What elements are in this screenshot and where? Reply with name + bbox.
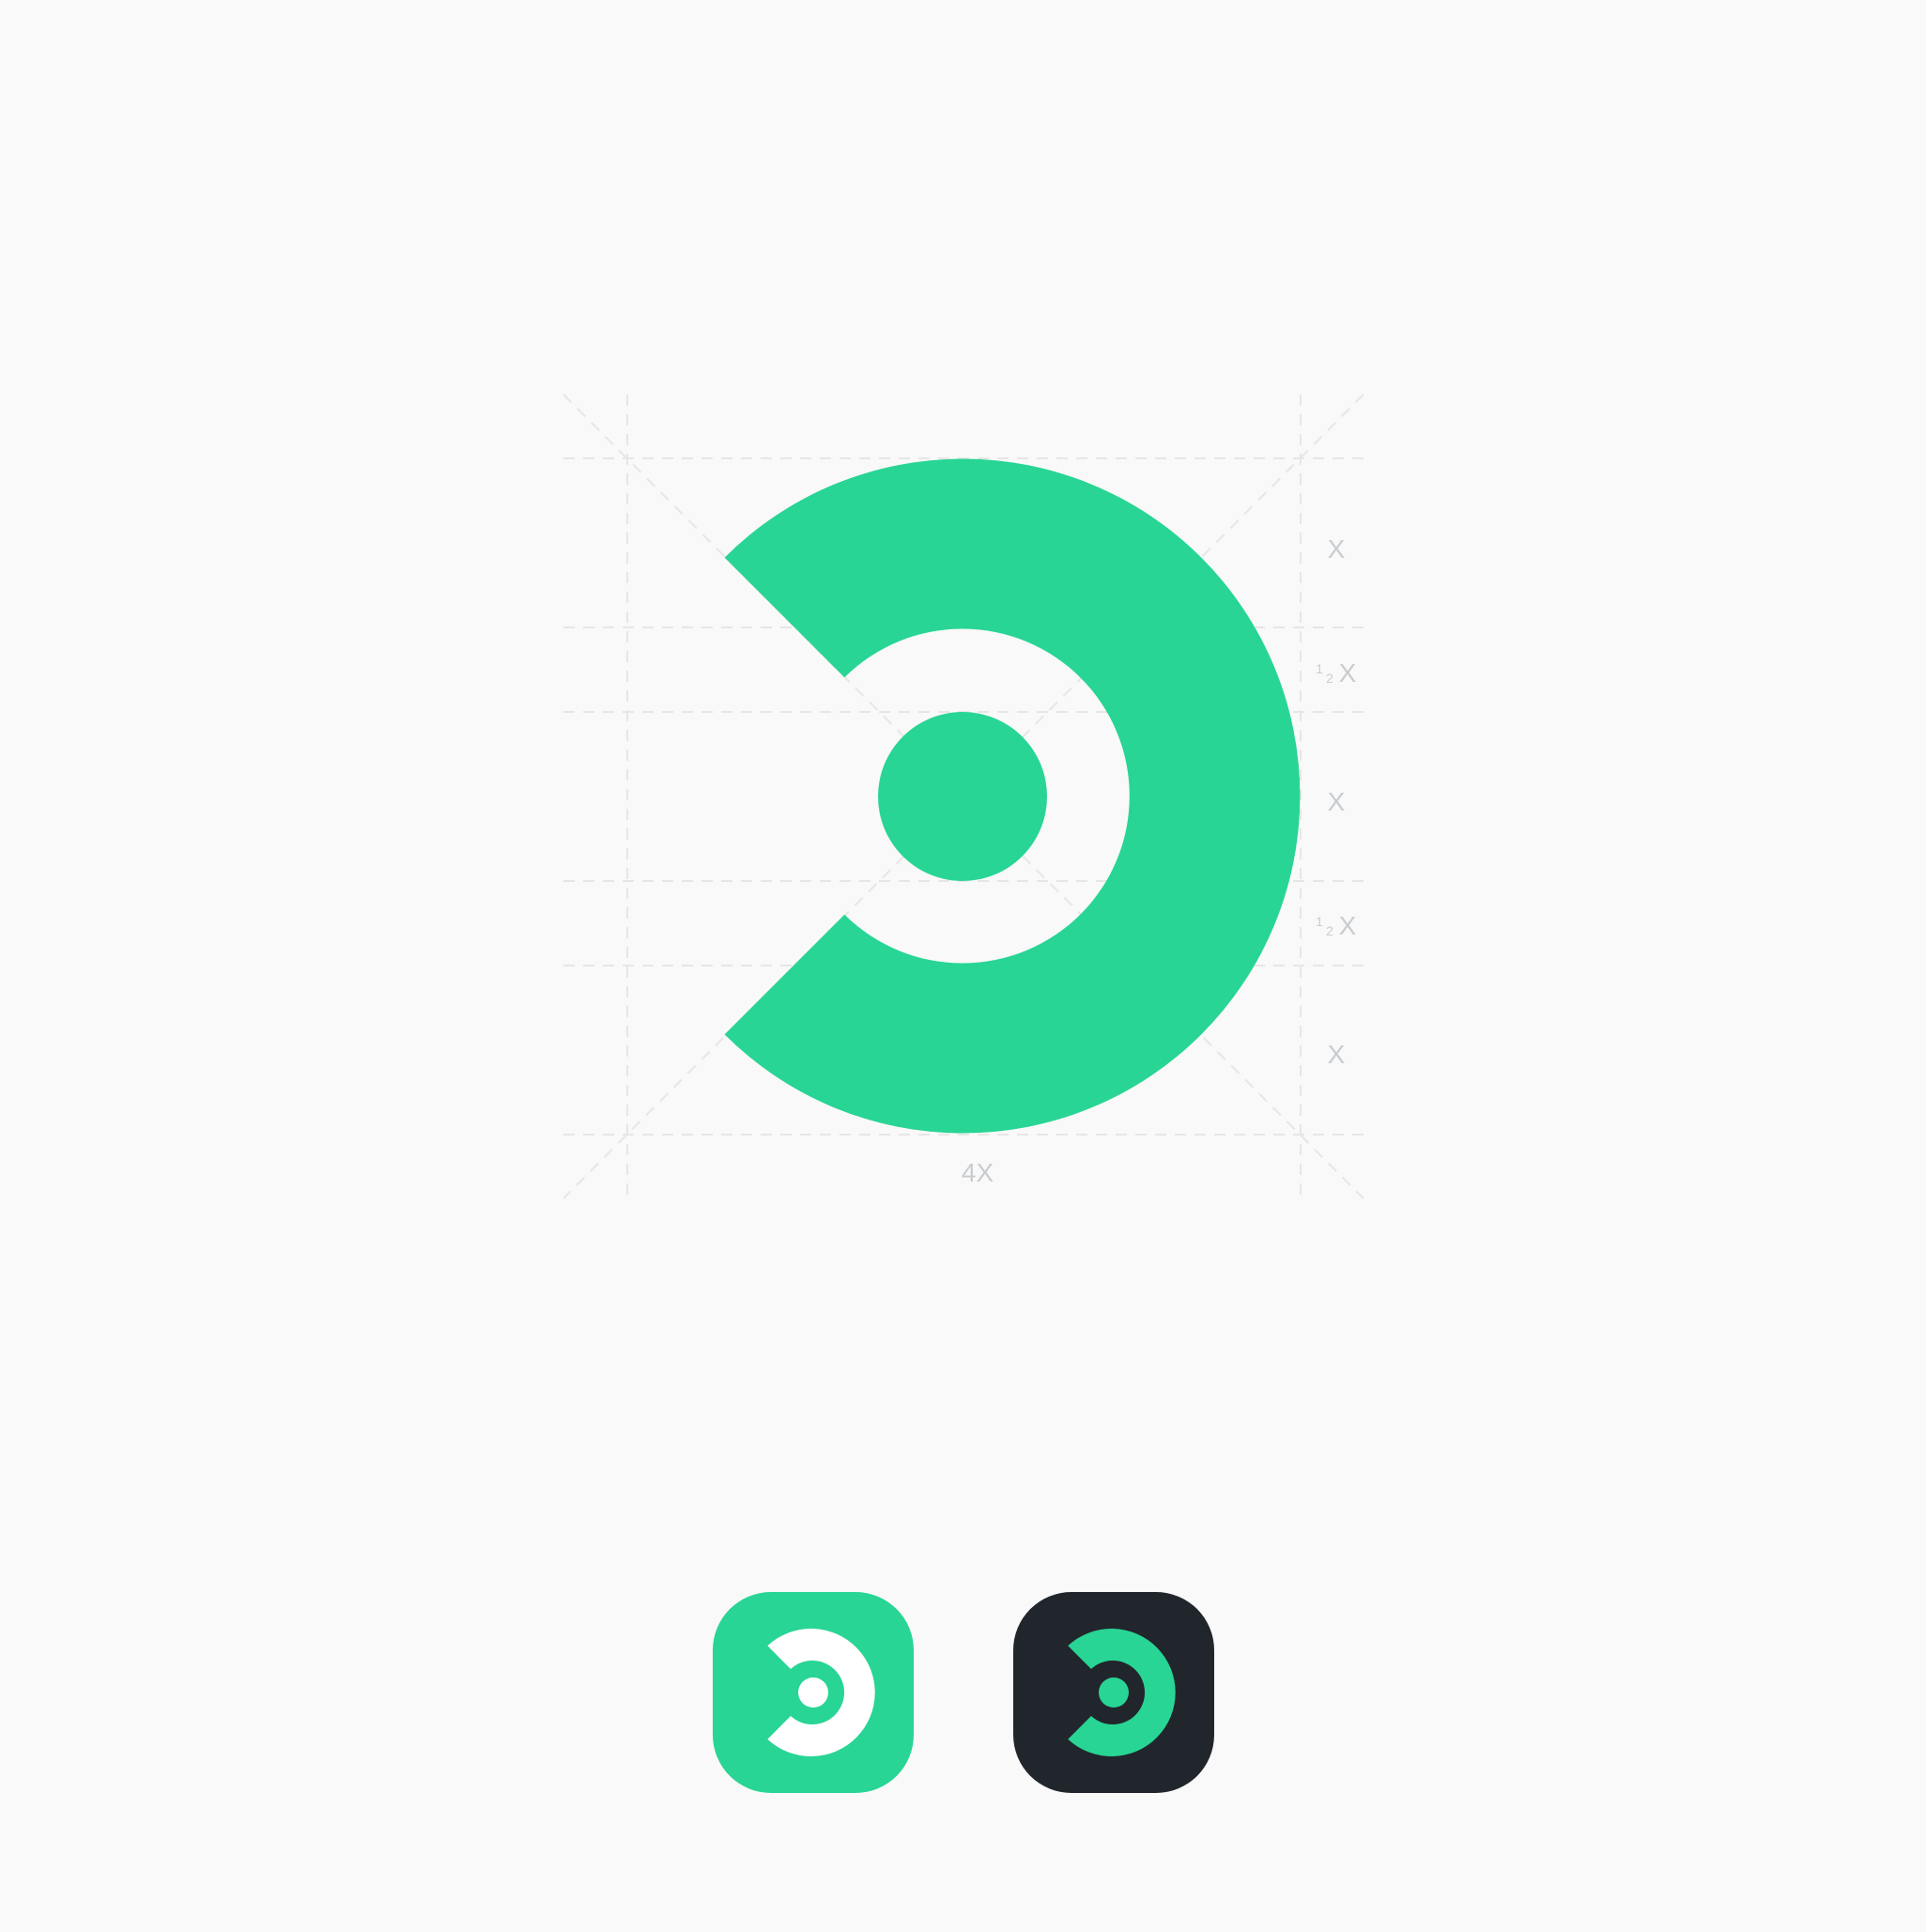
app-icon-center-dot	[1099, 1677, 1129, 1708]
measure-label-denominator: 2	[1326, 671, 1333, 686]
measure-label-x: X	[1339, 658, 1357, 688]
logo-mark	[724, 458, 1301, 1134]
measure-label-denominator: 2	[1326, 923, 1333, 938]
measure-label-x: X	[1328, 1040, 1346, 1069]
logo-center-dot	[878, 712, 1047, 881]
measure-label-half-x: 1 2 X	[1316, 658, 1357, 688]
measure-label-half-x: 1 2 X	[1316, 911, 1357, 940]
measure-label-width: 4X	[962, 1158, 994, 1187]
measure-label-numerator: 1	[1316, 661, 1323, 676]
measure-label-x: X	[1328, 534, 1346, 564]
app-icon-dark	[1013, 1592, 1214, 1793]
measure-label-x: X	[1328, 787, 1346, 816]
measure-label-x: X	[1339, 911, 1357, 940]
app-icon-center-dot	[798, 1677, 828, 1708]
app-icon-green	[713, 1592, 914, 1793]
logo-presentation: X 1 2 X X 1 2 X X 4X	[562, 394, 1364, 1793]
measure-label-numerator: 1	[1316, 914, 1323, 929]
